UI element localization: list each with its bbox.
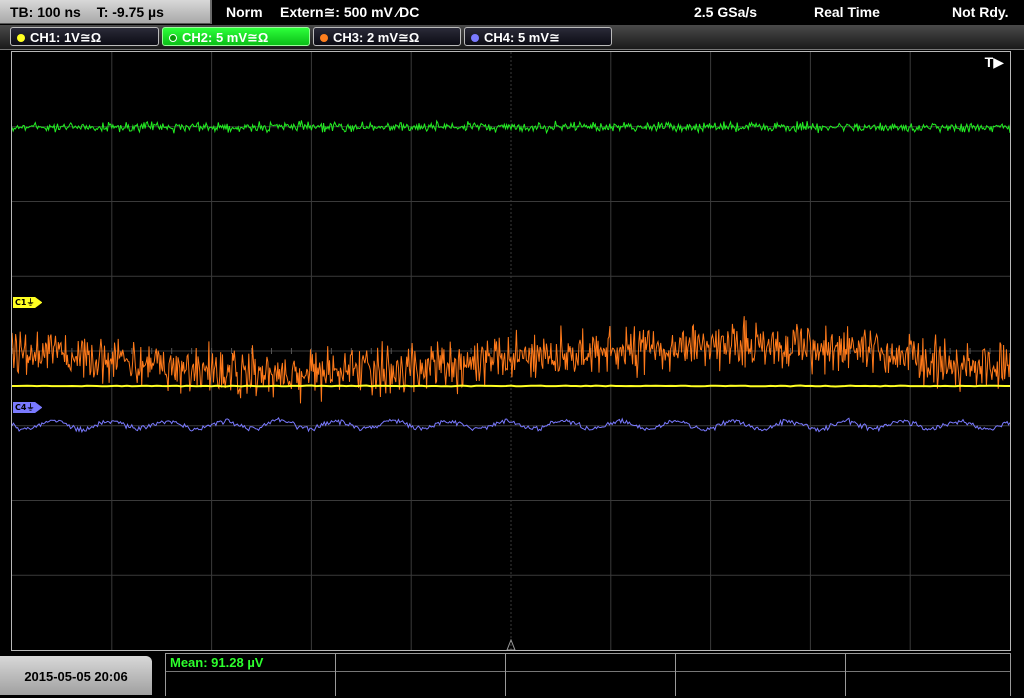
measurement-cell-1[interactable]: Mean: 91.28 µV (165, 654, 335, 696)
ch2-label: CH2: 5 mV≅Ω (182, 30, 269, 45)
trigger-source[interactable]: Extern≅: 500 mV ∕DC (280, 0, 419, 24)
status-bar: TB: 100 ns T: -9.75 µs Norm Extern≅: 500… (0, 0, 1024, 25)
sample-rate: 2.5 GSa/s (694, 4, 758, 20)
tab-ch4[interactable]: CH4: 5 mV≅ (464, 27, 612, 46)
acquisition-state: Not Rdy. (952, 4, 1009, 20)
ch4-dot-icon (471, 34, 479, 42)
ch2-dot-icon (169, 34, 177, 42)
timebase-value: TB: 100 ns (10, 4, 81, 20)
trigger-indicator: T▶ (984, 54, 1004, 70)
measurement-cell-4[interactable] (675, 654, 845, 696)
timebase-box[interactable]: TB: 100 ns T: -9.75 µs (0, 0, 212, 24)
datetime-box: 2015-05-05 20:06 (0, 656, 152, 695)
ch1-waveform (12, 384, 1010, 388)
waveform-display[interactable]: T▶ C1⏚ C4⏚ (11, 51, 1011, 651)
acquisition-mode: Real Time (814, 4, 880, 20)
measurement-cell-5[interactable] (845, 654, 1011, 696)
tab-ch1[interactable]: CH1: 1V≅Ω (10, 27, 159, 46)
ch4-label: CH4: 5 mV≅ (484, 30, 560, 45)
trigger-position-value: T: -9.75 µs (96, 4, 164, 20)
trigger-mode[interactable]: Norm (226, 0, 263, 24)
measurement-bar: Mean: 91.28 µV (165, 653, 1011, 696)
tab-ch3[interactable]: CH3: 2 mV≅Ω (313, 27, 461, 46)
channel-tabs: CH1: 1V≅Ω CH2: 5 mV≅Ω CH3: 2 mV≅Ω CH4: 5… (0, 25, 1024, 50)
ch3-label: CH3: 2 mV≅Ω (333, 30, 420, 45)
datetime-value: 2015-05-05 20:06 (24, 669, 128, 684)
waveform-svg (12, 52, 1010, 650)
ch3-dot-icon (320, 34, 328, 42)
ch1-label: CH1: 1V≅Ω (30, 30, 102, 45)
measurement-cell-3[interactable] (505, 654, 675, 696)
ch1-dot-icon (17, 34, 25, 42)
tab-ch2[interactable]: CH2: 5 mV≅Ω (162, 27, 310, 46)
mean-measurement: Mean: 91.28 µV (170, 655, 264, 670)
measurement-cell-2[interactable] (335, 654, 505, 696)
